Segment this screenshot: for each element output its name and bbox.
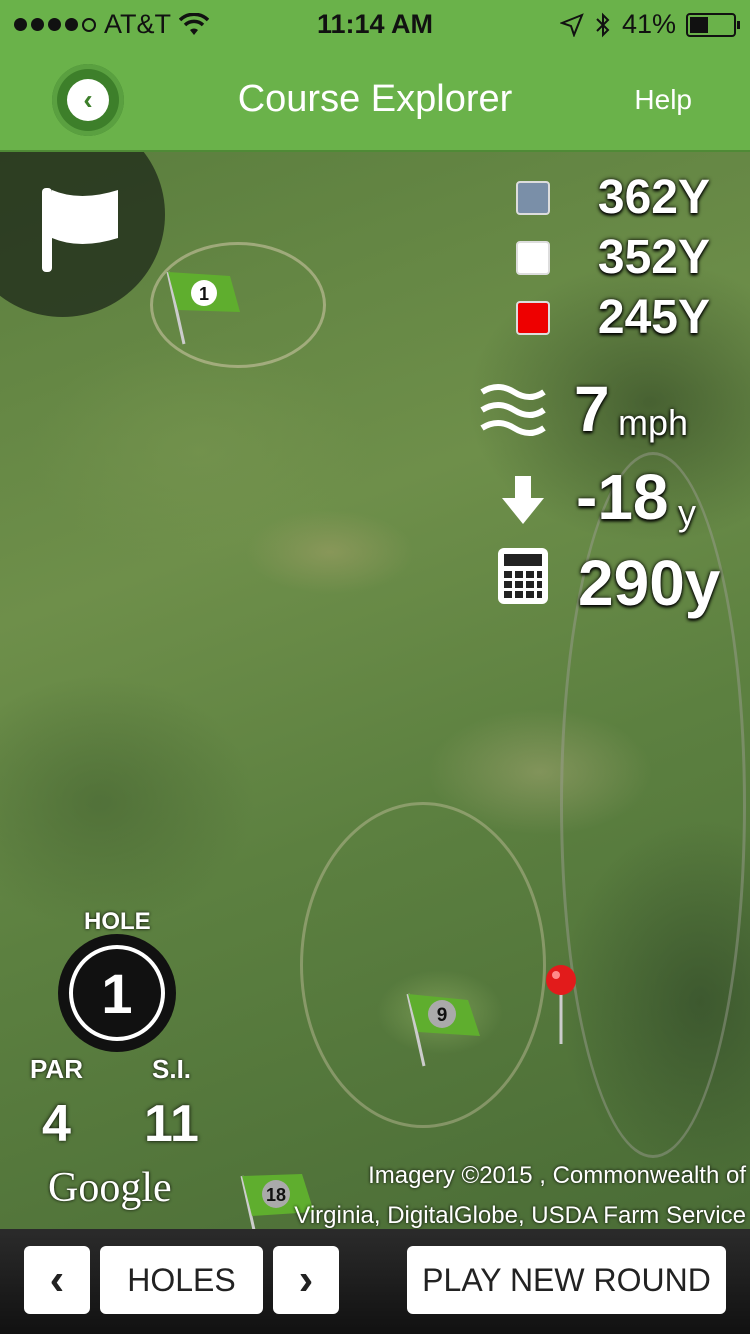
target-pin-icon[interactable]: [543, 964, 579, 1048]
par-value: 4: [42, 1095, 71, 1153]
flag-icon: [42, 188, 118, 272]
tee-swatch: [516, 240, 550, 275]
si-label: S.I.: [152, 1054, 192, 1084]
cart-path: [300, 802, 546, 1128]
tee-yardage: 245Y: [597, 291, 710, 344]
tee-yardage: 362Y: [597, 171, 710, 224]
elevation-value: -18: [576, 461, 669, 533]
battery-percent: 41%: [621, 9, 676, 39]
battery-icon: [686, 12, 740, 37]
calculator-icon: [498, 548, 548, 604]
help-button[interactable]: Help: [634, 84, 692, 116]
wind-speed: 7: [574, 373, 610, 445]
tee-swatch: [516, 300, 550, 335]
header-bar: AT&T 11:14 AM 41% ‹ Course Explorer Help: [0, 0, 750, 152]
tee-yardage: 352Y: [597, 231, 710, 284]
hole-18-flag-label: 18: [266, 1185, 286, 1205]
wind-unit: mph: [618, 402, 689, 443]
location-icon: [559, 12, 584, 37]
imagery-credit-line2: Virginia, DigitalGlobe, USDA Farm Servic…: [294, 1202, 746, 1229]
play-new-round-button[interactable]: PLAY NEW ROUND: [407, 1246, 726, 1314]
imagery-credit-line1: Imagery ©2015 , Commonwealth of: [368, 1162, 746, 1189]
google-logo: Google: [48, 1165, 172, 1211]
elevation-down-icon: [502, 476, 544, 524]
si-value: 11: [144, 1095, 199, 1153]
hole-9-flag-icon: 9: [406, 993, 480, 1067]
plays-like-distance: 290y: [578, 547, 721, 619]
hole-9-flag-label: 9: [437, 1005, 448, 1026]
status-bar: AT&T 11:14 AM 41%: [0, 0, 750, 50]
tee-swatch: [516, 180, 550, 215]
holes-button[interactable]: HOLES: [100, 1246, 263, 1314]
par-label: PAR: [30, 1054, 83, 1084]
next-hole-button[interactable]: ›: [273, 1246, 339, 1314]
previous-hole-button[interactable]: ‹: [24, 1246, 90, 1314]
bluetooth-icon: [596, 12, 610, 37]
hole-number-badge: 1: [58, 934, 176, 1052]
hole-label: HOLE: [84, 908, 151, 935]
tee-red-row: 245Y: [516, 290, 710, 345]
tee-blue-row: 362Y: [516, 170, 710, 225]
tee-white-row: 352Y: [516, 230, 710, 285]
elevation-unit: y: [678, 492, 696, 533]
wind-icon: [480, 384, 546, 436]
satellite-map[interactable]: 1 9 18 362Y 352Y 245Y 7 mph -18 y 290y H…: [0, 152, 750, 1229]
hole-number: 1: [69, 945, 165, 1041]
hole-1-flag-icon: 1: [166, 271, 240, 345]
bottom-toolbar: ‹ HOLES › PLAY NEW ROUND: [0, 1229, 750, 1334]
hole-1-flag-label: 1: [199, 284, 209, 304]
